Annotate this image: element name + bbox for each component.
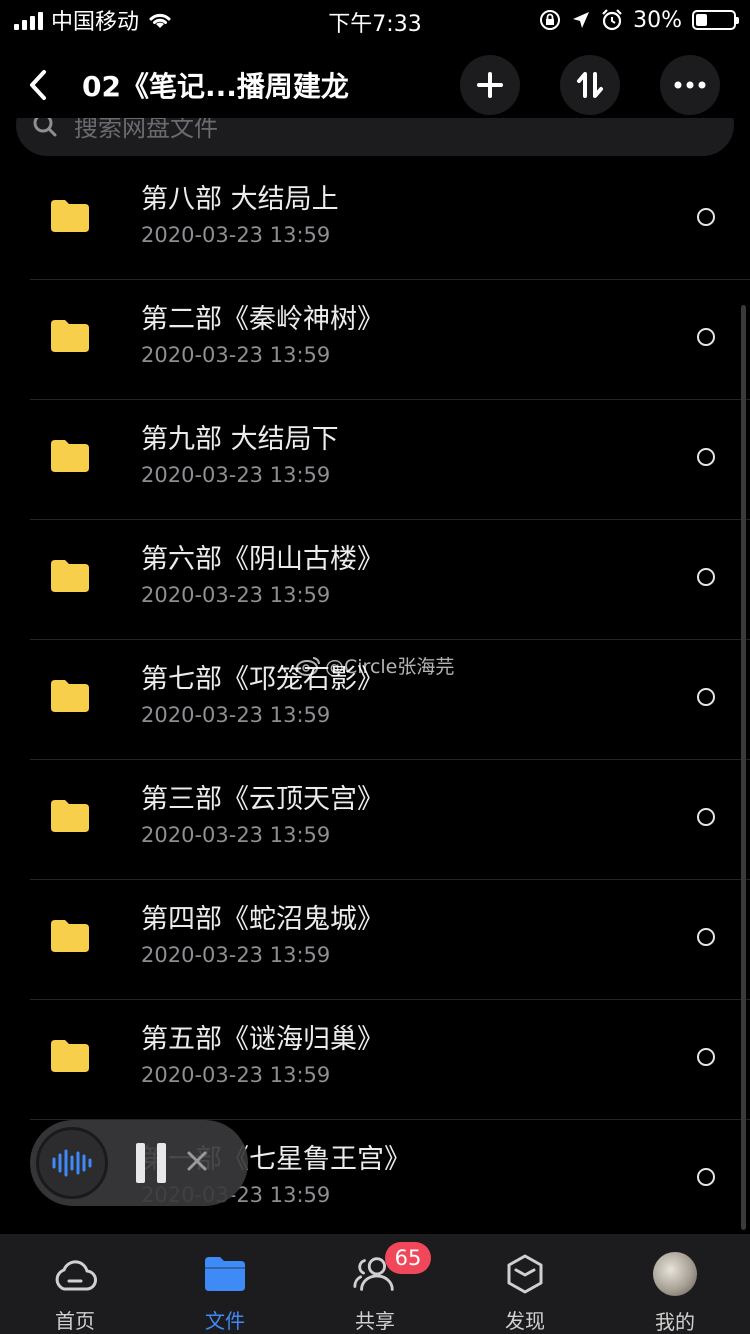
cloud-icon — [55, 1259, 97, 1290]
list-item[interactable]: 第四部《蛇沼鬼城》 2020-03-23 13:59 — [0, 880, 750, 1000]
location-icon — [573, 12, 590, 28]
select-radio[interactable] — [697, 448, 715, 466]
file-list: 第八部 大结局上 2020-03-23 13:59 第二部《秦岭神树》 2020… — [0, 160, 750, 1240]
tab-discover[interactable]: 发现 — [450, 1234, 600, 1334]
avatar — [653, 1252, 697, 1296]
file-name: 第五部《谜海归巢》 — [141, 1024, 384, 1055]
more-button[interactable] — [660, 55, 720, 115]
carrier-label: 中国移动 — [51, 10, 140, 35]
list-item[interactable]: 第九部 大结局下 2020-03-23 13:59 — [0, 400, 750, 520]
close-player-button[interactable] — [186, 1150, 208, 1176]
folder-icon — [51, 440, 89, 472]
watermark-text: @Circle张海芫 — [325, 656, 455, 678]
pause-button[interactable] — [136, 1143, 166, 1183]
add-button[interactable] — [460, 55, 520, 115]
sort-button[interactable] — [560, 55, 620, 115]
tab-label: 我的 — [655, 1310, 695, 1334]
list-item[interactable]: 第二部《秦岭神树》 2020-03-23 13:59 — [0, 280, 750, 400]
folder-icon — [51, 800, 89, 832]
tab-label: 首页 — [55, 1309, 95, 1333]
close-icon — [187, 1151, 207, 1171]
folder-icon — [51, 1040, 89, 1072]
sort-arrows-icon — [577, 72, 603, 98]
alarm-icon — [602, 9, 622, 31]
tab-label: 共享 — [355, 1309, 395, 1333]
search-icon — [33, 118, 57, 137]
audio-wave-icon — [52, 1149, 92, 1177]
battery-percent: 30% — [633, 7, 682, 33]
folder-icon — [205, 1256, 245, 1291]
file-name: 第六部《阴山古楼》 — [141, 544, 384, 575]
tab-files[interactable]: 文件 — [150, 1234, 300, 1334]
audio-disc[interactable] — [36, 1127, 108, 1199]
tab-home[interactable]: 首页 — [0, 1234, 150, 1334]
select-radio[interactable] — [697, 1168, 715, 1186]
select-radio[interactable] — [697, 208, 715, 226]
tab-label: 发现 — [505, 1309, 545, 1333]
file-name: 第二部《秦岭神树》 — [141, 304, 384, 335]
scrollbar[interactable] — [741, 305, 746, 1230]
status-bar: 中国移动 下午7:33 30% — [0, 0, 750, 40]
rotation-lock-icon — [540, 10, 561, 30]
audio-mini-player[interactable] — [30, 1120, 248, 1206]
search-input[interactable]: 搜索网盘文件 — [16, 118, 734, 156]
file-date: 2020-03-23 13:59 — [141, 463, 331, 487]
notification-badge: 65 — [385, 1242, 431, 1274]
list-item[interactable]: 第八部 大结局上 2020-03-23 13:59 — [0, 160, 750, 280]
folder-icon — [51, 680, 89, 712]
list-item[interactable]: 第六部《阴山古楼》 2020-03-23 13:59 — [0, 520, 750, 640]
page-title: 02《笔记...播周建龙 — [82, 70, 349, 103]
folder-icon — [51, 920, 89, 952]
file-date: 2020-03-23 13:59 — [141, 1063, 331, 1087]
folder-icon — [51, 560, 89, 592]
file-name: 第九部 大结局下 — [141, 424, 339, 455]
select-radio[interactable] — [697, 688, 715, 706]
file-name: 第四部《蛇沼鬼城》 — [141, 904, 384, 935]
tab-share[interactable]: 共享 65 — [300, 1234, 450, 1334]
plus-icon — [477, 72, 503, 98]
watermark: @Circle张海芫 — [295, 652, 454, 679]
file-date: 2020-03-23 13:59 — [141, 823, 331, 847]
wifi-icon — [149, 13, 171, 28]
file-name: 第三部《云顶天宫》 — [141, 784, 384, 815]
battery-icon — [692, 10, 739, 30]
select-radio[interactable] — [697, 568, 715, 586]
more-dots-icon — [674, 81, 706, 89]
folder-icon — [51, 320, 89, 352]
list-item[interactable]: 第三部《云顶天宫》 2020-03-23 13:59 — [0, 760, 750, 880]
cube-icon — [507, 1254, 543, 1293]
file-date: 2020-03-23 13:59 — [141, 223, 331, 247]
nav-header: 02《笔记...播周建龙 — [0, 50, 750, 120]
search-bar-container: 搜索网盘文件 — [16, 118, 734, 158]
search-placeholder: 搜索网盘文件 — [74, 118, 218, 142]
tab-label: 文件 — [205, 1309, 245, 1333]
folder-icon — [51, 200, 89, 232]
file-name: 第八部 大结局上 — [141, 184, 339, 215]
list-item[interactable]: 第五部《谜海归巢》 2020-03-23 13:59 — [0, 1000, 750, 1120]
select-radio[interactable] — [697, 928, 715, 946]
tab-bar: 首页 文件 共享 65 发现 我的 — [0, 1234, 750, 1334]
select-radio[interactable] — [697, 1048, 715, 1066]
chevron-left-icon — [30, 70, 46, 100]
weibo-icon — [296, 656, 320, 676]
tab-profile[interactable]: 我的 — [600, 1234, 750, 1334]
signal-icon — [14, 10, 43, 30]
file-date: 2020-03-23 13:59 — [141, 703, 331, 727]
select-radio[interactable] — [697, 808, 715, 826]
file-date: 2020-03-23 13:59 — [141, 583, 331, 607]
back-button[interactable] — [28, 65, 58, 105]
file-date: 2020-03-23 13:59 — [141, 343, 331, 367]
select-radio[interactable] — [697, 328, 715, 346]
file-date: 2020-03-23 13:59 — [141, 943, 331, 967]
